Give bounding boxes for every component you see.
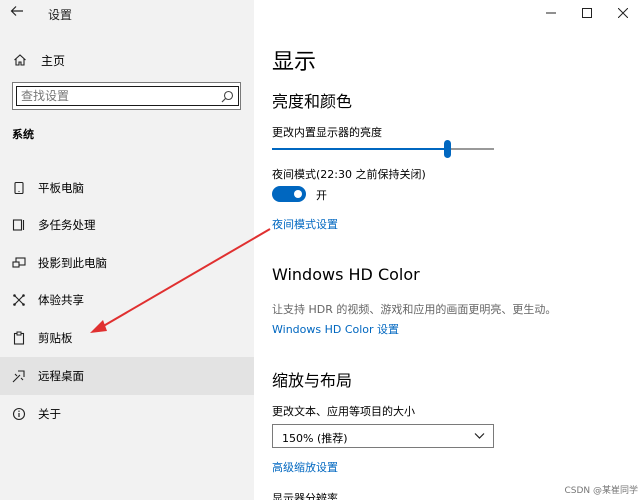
hdr-description: 让支持 HDR 的视频、游戏和应用的画面更明亮、更生动。: [272, 303, 557, 316]
search-icon[interactable]: [221, 90, 234, 103]
brightness-slider-track[interactable]: [272, 148, 494, 150]
brightness-heading: 亮度和颜色: [272, 92, 353, 111]
remote-desktop-icon: [12, 370, 25, 383]
section-label-system: 系统: [12, 128, 34, 141]
sidebar-item-label: 关于: [38, 407, 61, 421]
close-button[interactable]: [606, 0, 640, 26]
multitask-icon: [12, 219, 25, 231]
close-icon: [618, 8, 628, 18]
home-label: 主页: [41, 53, 66, 68]
share-icon: [13, 294, 25, 306]
sidebar-item-multitask[interactable]: 多任务处理: [0, 207, 254, 243]
sidebar-item-label: 投影到此电脑: [38, 256, 107, 270]
scale-dropdown-value: 150% (推荐): [282, 432, 348, 445]
sidebar-item-remote-desktop[interactable]: 远程桌面: [0, 357, 254, 395]
chevron-down-icon: [474, 433, 485, 439]
night-light-toggle-state: 开: [316, 189, 327, 202]
settings-main: 显示 亮度和颜色 更改内置显示器的亮度 夜间模式(22:30 之前保持关闭) 开…: [254, 0, 644, 500]
sidebar-item-label: 剪贴板: [38, 331, 73, 345]
info-icon: [12, 407, 26, 421]
page-title: 显示: [272, 50, 317, 75]
sidebar-item-about[interactable]: 关于: [0, 396, 254, 432]
minimize-icon: [546, 12, 556, 14]
brightness-slider-fill: [272, 148, 448, 150]
scale-heading: 缩放与布局: [272, 371, 353, 390]
brightness-slider-label: 更改内置显示器的亮度: [272, 126, 382, 139]
sidebar-item-label: 多任务处理: [38, 218, 96, 232]
sidebar-item-tablet[interactable]: 平板电脑: [0, 170, 254, 206]
advanced-scaling-link[interactable]: 高级缩放设置: [272, 459, 338, 475]
scale-dropdown[interactable]: 150% (推荐): [272, 424, 494, 448]
maximize-button[interactable]: [570, 0, 604, 26]
sidebar-item-project[interactable]: 投影到此电脑: [0, 245, 254, 281]
brightness-slider-thumb[interactable]: [444, 140, 452, 158]
hdr-settings-link[interactable]: Windows HD Color 设置: [272, 321, 399, 337]
sidebar-item-label: 远程桌面: [38, 369, 84, 383]
back-arrow-icon: [10, 6, 23, 16]
app-title: 设置: [48, 8, 73, 22]
scale-label: 更改文本、应用等项目的大小: [272, 405, 415, 418]
search-box[interactable]: [12, 82, 241, 110]
resolution-label: 显示器分辨率: [272, 492, 338, 500]
back-button[interactable]: [10, 3, 32, 25]
night-light-toggle[interactable]: [272, 186, 306, 202]
sidebar-item-label: 平板电脑: [38, 181, 84, 195]
toggle-knob: [294, 190, 302, 198]
sidebar-item-share[interactable]: 体验共享: [0, 282, 254, 318]
sidebar-item-home[interactable]: 主页: [13, 50, 65, 70]
search-input[interactable]: [13, 83, 213, 109]
clipboard-icon: [13, 331, 25, 345]
night-light-label: 夜间模式(22:30 之前保持关闭): [272, 168, 426, 181]
watermark: CSDN @某崔同学: [564, 486, 638, 496]
settings-sidebar: 设置 主页 系统 平板电脑 多任务处理 投影到此电脑 体验共享 剪贴板 远程桌面…: [0, 0, 254, 500]
home-icon: [14, 54, 26, 66]
hdr-heading: Windows HD Color: [272, 265, 420, 284]
minimize-button[interactable]: [534, 0, 568, 26]
sidebar-item-label: 体验共享: [38, 293, 84, 307]
maximize-icon: [582, 8, 592, 18]
tablet-icon: [14, 181, 24, 195]
night-light-settings-link[interactable]: 夜间模式设置: [272, 216, 338, 232]
project-icon: [12, 257, 26, 268]
sidebar-item-clipboard[interactable]: 剪贴板: [0, 320, 254, 356]
